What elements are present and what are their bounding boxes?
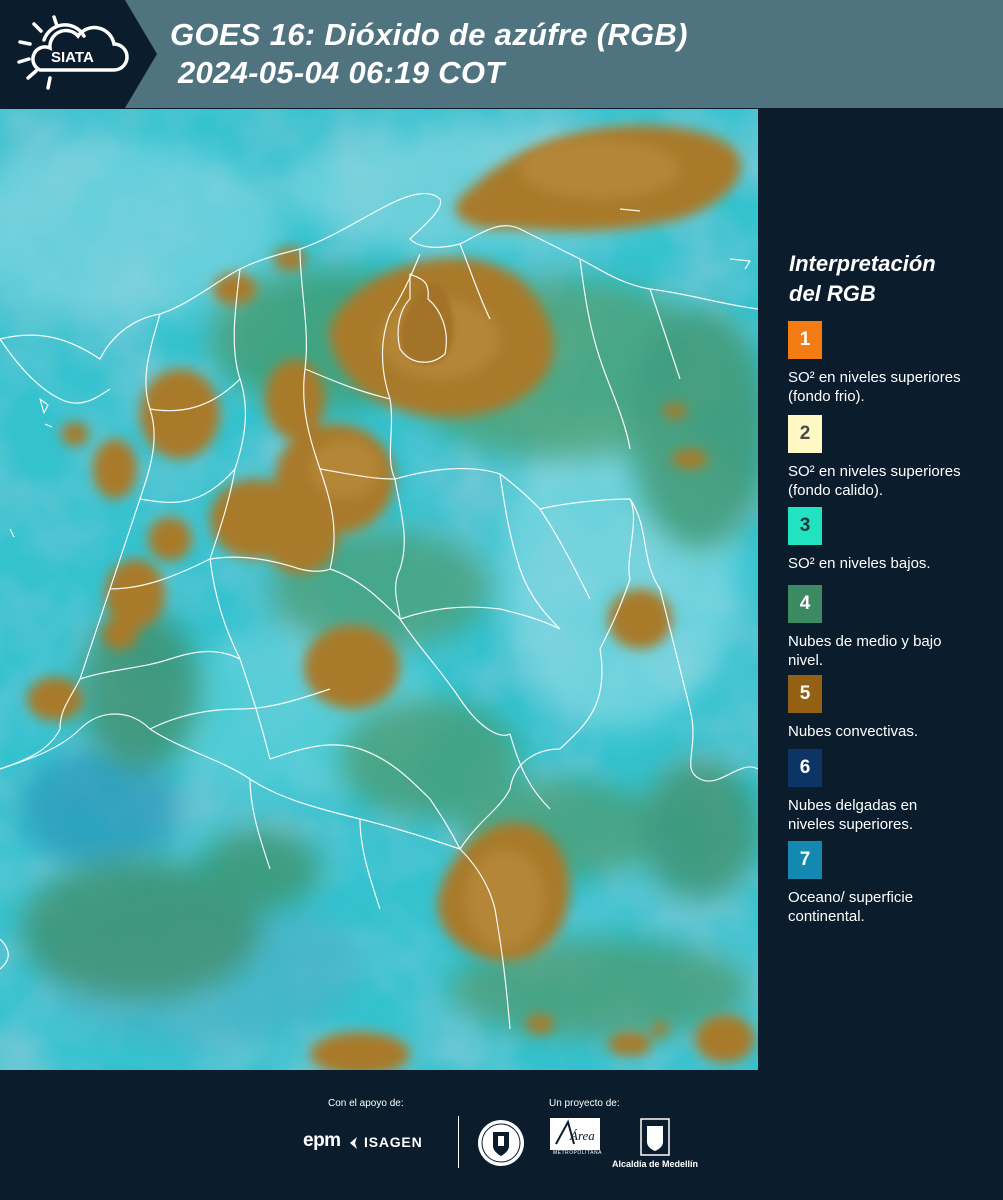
legend-item-2: 2 SO² en niveles superiores (fondo calid… [788,415,988,500]
legend-title: Interpretación del RGB [789,249,989,309]
area-metropolitana-logo[interactable]: Área [550,1118,600,1150]
page-title: GOES 16: Dióxido de azúfre (RGB) [170,17,688,52]
alcaldia-shield-icon[interactable] [640,1118,670,1156]
legend-number: 4 [799,593,811,614]
alcaldia-label: Alcaldía de Medellín [612,1159,699,1169]
legend-item-4: 4 Nubes de medio y bajo nivel. [788,585,988,670]
satellite-map[interactable] [0,109,758,1070]
legend-label: SO² en niveles superiores (fondo calido)… [788,463,961,499]
legend-label: Oceano/ superficie continental. [788,889,914,925]
medellin-seal-icon[interactable] [476,1118,526,1168]
project-label: Un proyecto de: [549,1098,620,1109]
legend-label: Nubes delgadas en niveles superiores. [788,797,918,833]
isagen-icon [350,1137,357,1149]
header: SIATA GOES 16: Dióxido de azúfre (RGB) 2… [0,0,1003,108]
timestamp: 2024-05-04 06:19 COT [178,55,505,90]
legend-swatch: 2 [788,415,822,453]
legend-item-7: 7 Oceano/ superficie continental. [788,841,988,926]
legend-title-line2: del RGB [789,281,876,306]
legend-number: 6 [799,757,811,778]
legend-swatch: 7 [788,841,822,879]
legend-number: 7 [799,849,811,870]
legend-swatch: 6 [788,749,822,787]
legend-item-1: 1 SO² en niveles superiores (fondo frio)… [788,321,988,406]
isagen-logo[interactable]: ISAGEN [364,1134,422,1150]
legend-swatch: 5 [788,675,822,713]
legend-number: 5 [799,683,811,704]
legend-swatch: 4 [788,585,822,623]
epm-logo[interactable]: epm [303,1130,341,1152]
legend-swatch: 1 [788,321,822,359]
legend-item-3: 3 SO² en niveles bajos. [788,507,988,573]
siata-logo[interactable]: SIATA [0,0,157,108]
legend-item-6: 6 Nubes delgadas en niveles superiores. [788,749,988,834]
legend-label: Nubes de medio y bajo nivel. [788,633,942,669]
svg-text:SIATA: SIATA [51,49,94,66]
legend-label: SO² en niveles bajos. [788,555,931,572]
svg-text:Área: Área [569,1128,595,1143]
legend-title-line1: Interpretación [789,251,936,276]
footer: Con el apoyo de: Un proyecto de: epm ISA… [0,1070,1003,1200]
legend-swatch: 3 [788,507,822,545]
legend-number: 1 [799,329,811,350]
legend-item-5: 5 Nubes convectivas. [788,675,988,741]
sun-cloud-icon: SIATA [17,15,129,90]
legend-number: 3 [799,515,811,536]
legend-number: 2 [799,423,811,444]
legend-label: SO² en niveles superiores (fondo frio). [788,369,961,405]
support-label: Con el apoyo de: [328,1098,404,1109]
area-subtitle: METROPOLITANA [553,1150,602,1156]
footer-divider [458,1116,459,1168]
legend-panel: Interpretación del RGB 1 SO² en niveles … [760,109,1003,1070]
legend-label: Nubes convectivas. [788,723,919,740]
